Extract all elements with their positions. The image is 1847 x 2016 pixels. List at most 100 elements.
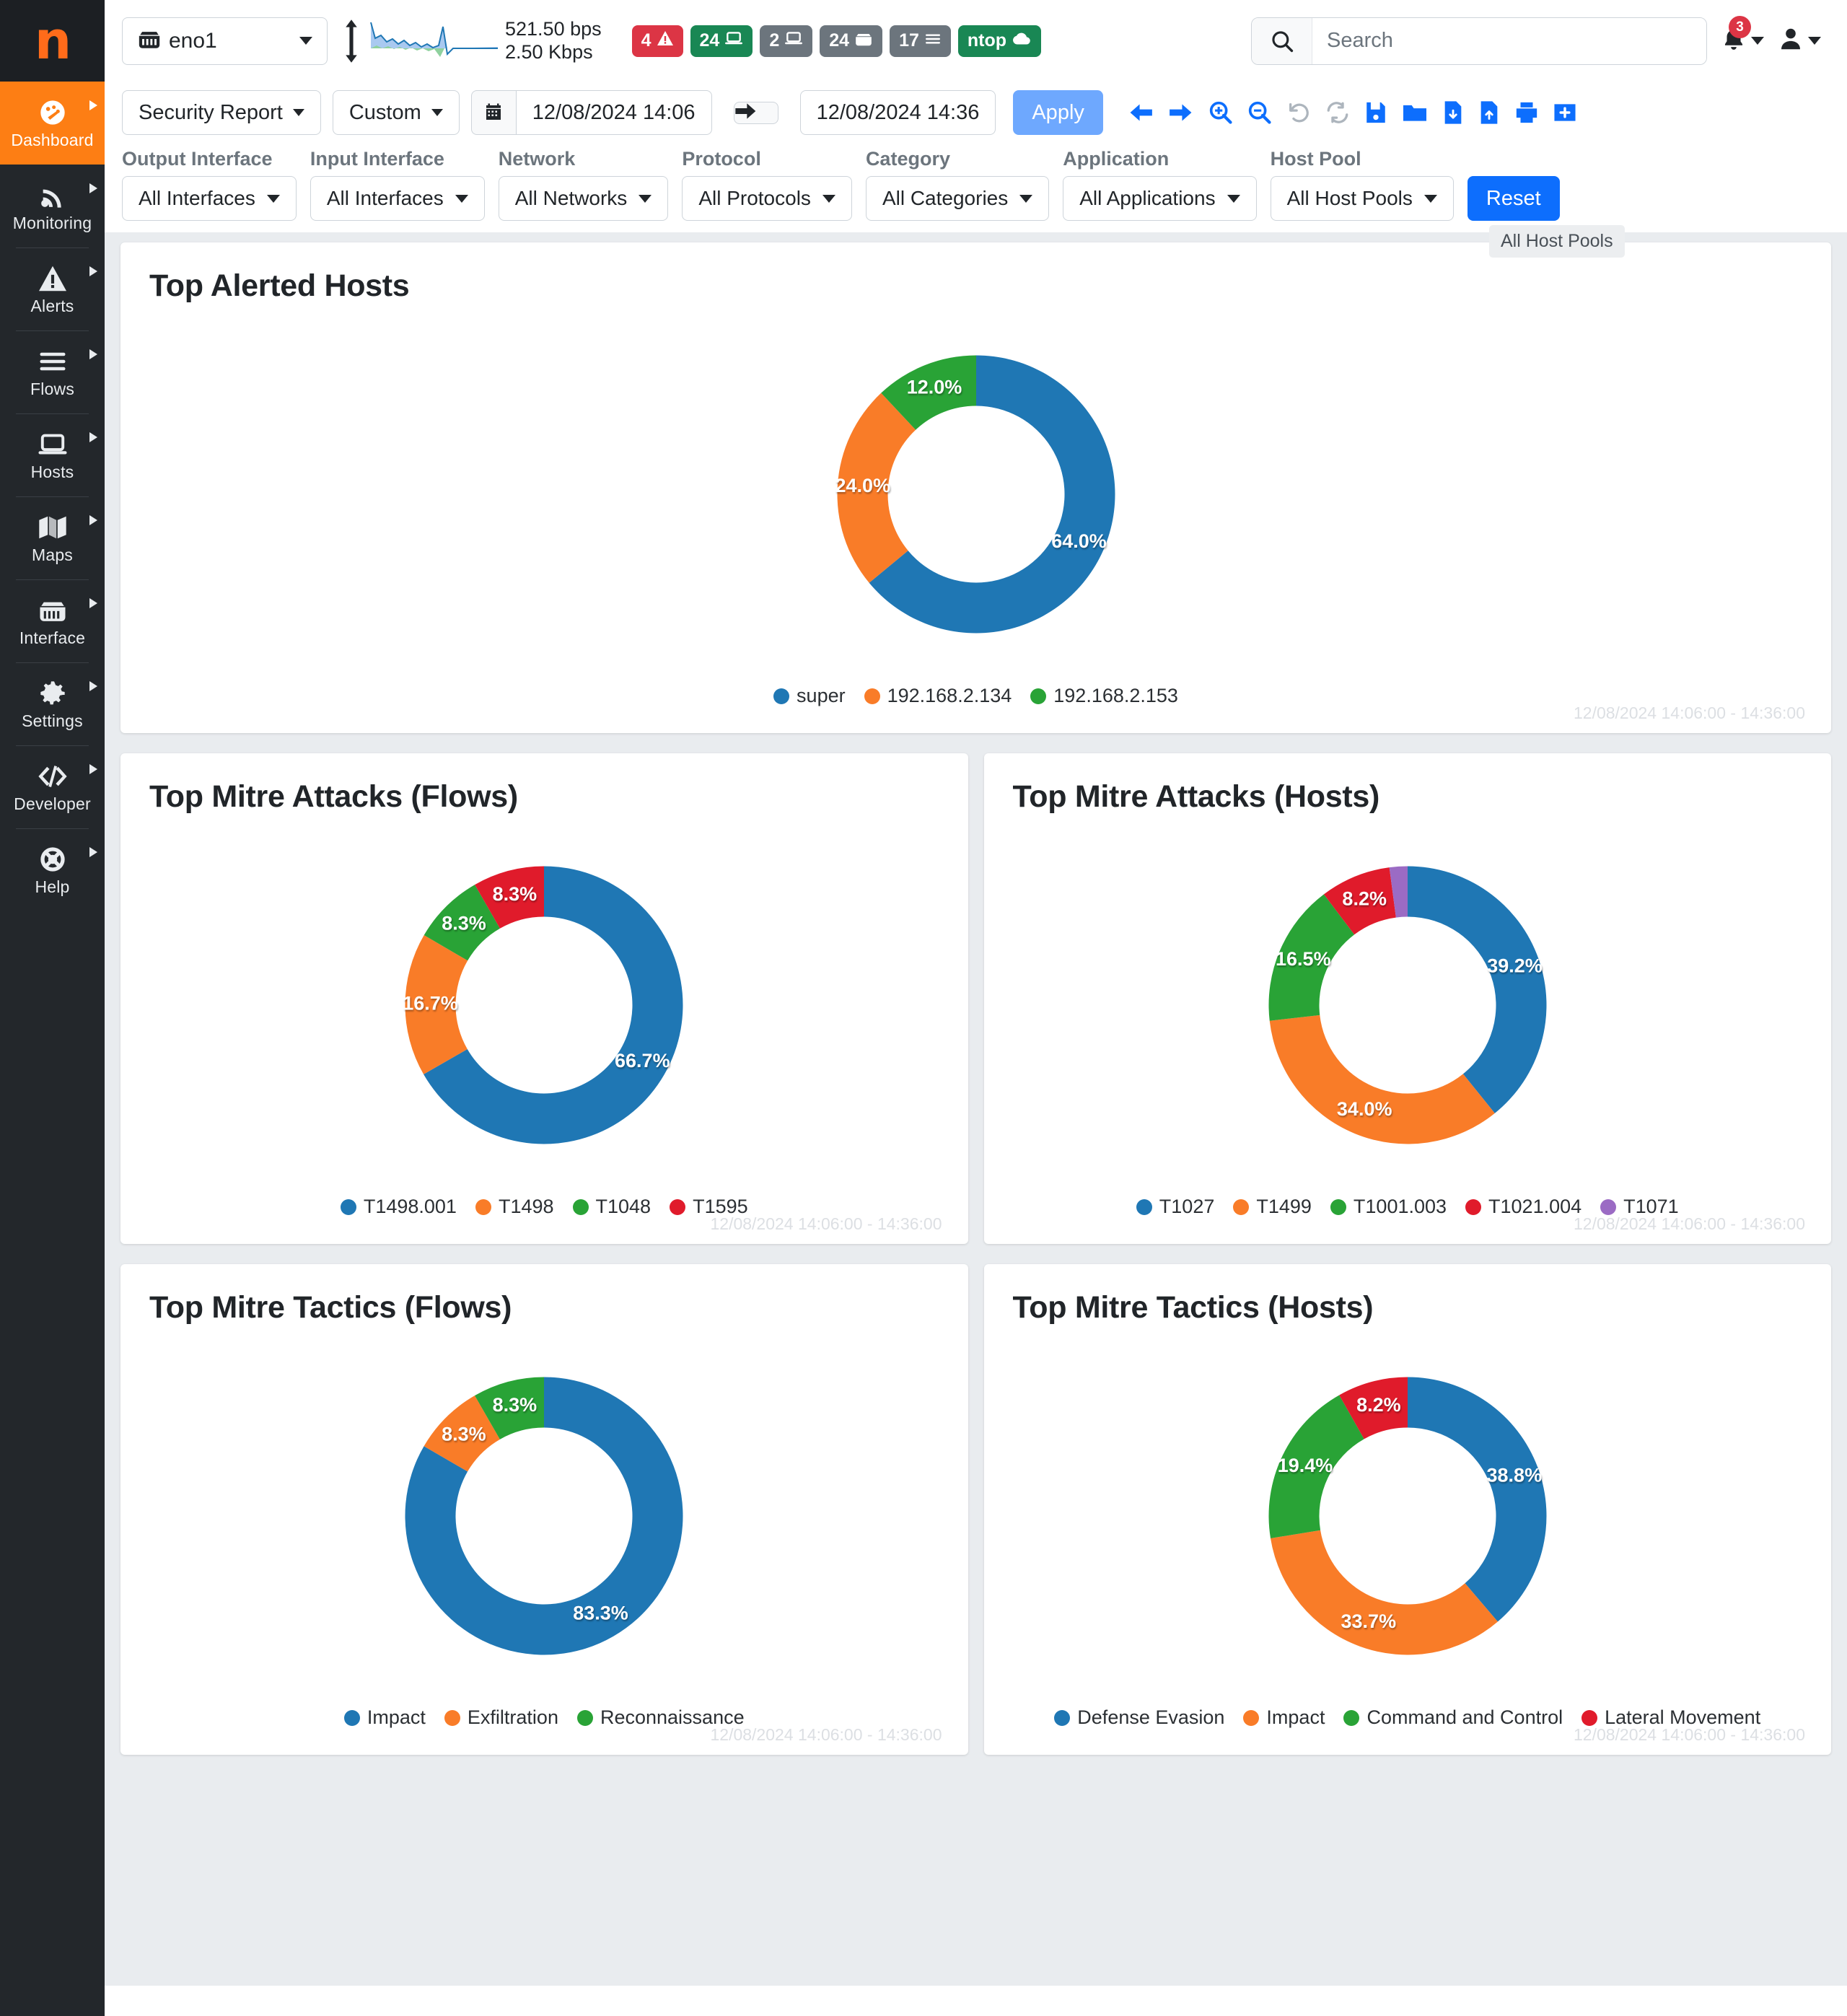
pie-slice[interactable]	[1407, 866, 1547, 1113]
zoom-out-icon[interactable]	[1247, 100, 1272, 125]
sidebar-item-dashboard[interactable]: Dashboard	[0, 82, 105, 165]
search-input[interactable]	[1312, 17, 1706, 64]
legend-item[interactable]: Impact	[1243, 1706, 1325, 1729]
legend-item[interactable]: T1499	[1233, 1196, 1312, 1218]
card-top-mitre-attacks-hosts: Top Mitre Attacks (Hosts) 39.2% 34.0% 16.5…	[983, 753, 1831, 1244]
apply-button[interactable]: Apply	[1013, 90, 1103, 135]
legend-item[interactable]: T1498	[475, 1196, 554, 1218]
sidebar-item-settings[interactable]: Settings	[0, 662, 105, 745]
legend-color-dot	[864, 688, 880, 704]
interface-selector[interactable]: eno1	[122, 17, 328, 65]
legend-label: Command and Control	[1366, 1706, 1563, 1728]
arrow-right-icon[interactable]	[1168, 103, 1194, 122]
status-badge-warning[interactable]: 4	[631, 25, 683, 57]
status-badge-device[interactable]: 24	[690, 25, 753, 57]
date-from-field[interactable]: 12/08/2024 14:06	[515, 90, 712, 135]
filter-select-protocol[interactable]: All Protocols	[682, 176, 852, 221]
status-badge-list[interactable]: 17	[890, 25, 951, 57]
flows-icon	[4, 346, 100, 377]
filter-label-input-interface: Input Interface	[310, 148, 444, 170]
user-menu-button[interactable]	[1777, 25, 1821, 57]
filter-select-host-pool[interactable]: All Host Pools	[1270, 176, 1454, 221]
undo-icon[interactable]	[1286, 100, 1311, 125]
legend-color-dot	[572, 1198, 589, 1215]
status-badge-cloud[interactable]: ntop	[957, 25, 1042, 57]
host-pool-tooltip: All Host Pools	[1489, 225, 1625, 258]
legend-item[interactable]: Command and Control	[1343, 1706, 1563, 1729]
open-folder-icon[interactable]	[1402, 101, 1428, 124]
status-badge-value: 24	[699, 30, 720, 51]
sidebar-item-developer[interactable]: Developer	[0, 745, 105, 828]
save-icon[interactable]	[1364, 100, 1387, 125]
status-badge-value: ntop	[967, 30, 1007, 51]
sidebar-nav-list: Dashboard Monitoring Alerts Flows Hosts Maps I…	[0, 82, 105, 911]
pie-slice[interactable]	[1407, 1377, 1547, 1622]
pie-slice[interactable]	[1269, 1014, 1495, 1144]
filter-value-protocol: All Protocols	[698, 187, 811, 209]
sidebar-item-alerts[interactable]: Alerts	[0, 247, 105, 330]
sidebar-item-flows[interactable]: Flows	[0, 330, 105, 413]
pie-slice-label: 64.0%	[1051, 530, 1107, 552]
interface-icon	[4, 595, 100, 626]
chart-legend: T1498.001 T1498 T1048 T1595	[340, 1196, 748, 1218]
status-badge-interface[interactable]: 24	[820, 25, 883, 57]
legend-item[interactable]: T1027	[1136, 1196, 1214, 1218]
pie-slice-label: 12.0%	[906, 377, 962, 398]
notifications-button[interactable]: 3	[1720, 16, 1764, 57]
sidebar-item-label: Maps	[31, 545, 74, 564]
upload-icon[interactable]	[1478, 100, 1500, 125]
legend-item[interactable]: Exfiltration	[444, 1706, 558, 1729]
chevron-down-icon	[431, 109, 443, 116]
range-preset-select[interactable]: Custom	[332, 90, 460, 135]
legend-item[interactable]: T1021.004	[1465, 1196, 1581, 1218]
filter-select-category[interactable]: All Categories	[865, 176, 1050, 221]
card-timestamp: 12/08/2024 14:06:00 - 14:36:00	[1573, 1214, 1805, 1233]
legend-item[interactable]: T1498.001	[340, 1196, 457, 1218]
sidebar-item-help[interactable]: Help	[0, 828, 105, 911]
legend-item[interactable]: 192.168.2.134	[864, 685, 1012, 707]
sidebar-item-hosts[interactable]: Hosts	[0, 413, 105, 496]
add-icon[interactable]	[1553, 101, 1576, 124]
sidebar-item-monitoring[interactable]: Monitoring	[0, 165, 105, 247]
legend-item[interactable]: 192.168.2.153	[1030, 685, 1178, 707]
search-box[interactable]	[1251, 17, 1707, 65]
status-badge-device[interactable]: 2	[760, 25, 813, 57]
pie-slice-label: 16.5%	[1276, 948, 1331, 970]
refresh-icon[interactable]	[1325, 100, 1350, 125]
filter-select-output-interface[interactable]: All Interfaces	[122, 176, 297, 221]
report-type-select[interactable]: Security Report	[122, 90, 321, 135]
sidebar: n Dashboard Monitoring Alerts Flows Hosts Map…	[0, 0, 105, 2016]
legend-item[interactable]: T1048	[572, 1196, 651, 1218]
date-to-field[interactable]: 12/08/2024 14:36	[799, 90, 996, 135]
sidebar-item-maps[interactable]: Maps	[0, 496, 105, 579]
calendar-icon[interactable]	[470, 90, 516, 135]
filter-select-input-interface[interactable]: All Interfaces	[310, 176, 485, 221]
donut-wrap: 39.2% 34.0% 16.5% 8.2% T1027 T1499 T1001.00…	[1013, 825, 1803, 1231]
warning-icon	[657, 30, 674, 51]
legend-item[interactable]: Defense Evasion	[1054, 1706, 1224, 1729]
ntopng-logo[interactable]: n	[0, 0, 105, 82]
pie-slice[interactable]	[1270, 1530, 1498, 1655]
filter-select-application[interactable]: All Applications	[1063, 176, 1257, 221]
reset-button[interactable]: Reset	[1467, 176, 1560, 221]
filter-select-network[interactable]: All Networks	[498, 176, 669, 221]
zoom-in-icon[interactable]	[1208, 100, 1233, 125]
sidebar-item-label: Developer	[14, 794, 91, 813]
legend-item[interactable]: Impact	[343, 1706, 426, 1729]
legend-item[interactable]: super	[773, 685, 846, 707]
download-icon[interactable]	[1442, 100, 1464, 125]
throughput-sparkline-group: 521.50 bps 2.50 Kbps	[342, 17, 602, 65]
sidebar-item-interface[interactable]: Interface	[0, 579, 105, 662]
search-icon[interactable]	[1252, 17, 1312, 64]
filter-category: Category All Categories	[865, 148, 1050, 221]
legend-color-dot	[343, 1709, 360, 1726]
print-icon[interactable]	[1514, 101, 1539, 124]
legend-color-dot	[1330, 1198, 1346, 1215]
donut-chart: 83.3% 8.3% 8.3%	[405, 1377, 683, 1655]
filter-value-output-interface: All Interfaces	[139, 187, 255, 209]
arrow-left-icon[interactable]	[1128, 103, 1154, 122]
status-badge-value: 17	[899, 30, 919, 51]
legend-item[interactable]: T1001.003	[1330, 1196, 1447, 1218]
legend-color-dot	[773, 688, 790, 704]
card-top-alerted-hosts: Top Alerted Hosts 64.0% 24.0% 12.0% super …	[120, 242, 1831, 733]
